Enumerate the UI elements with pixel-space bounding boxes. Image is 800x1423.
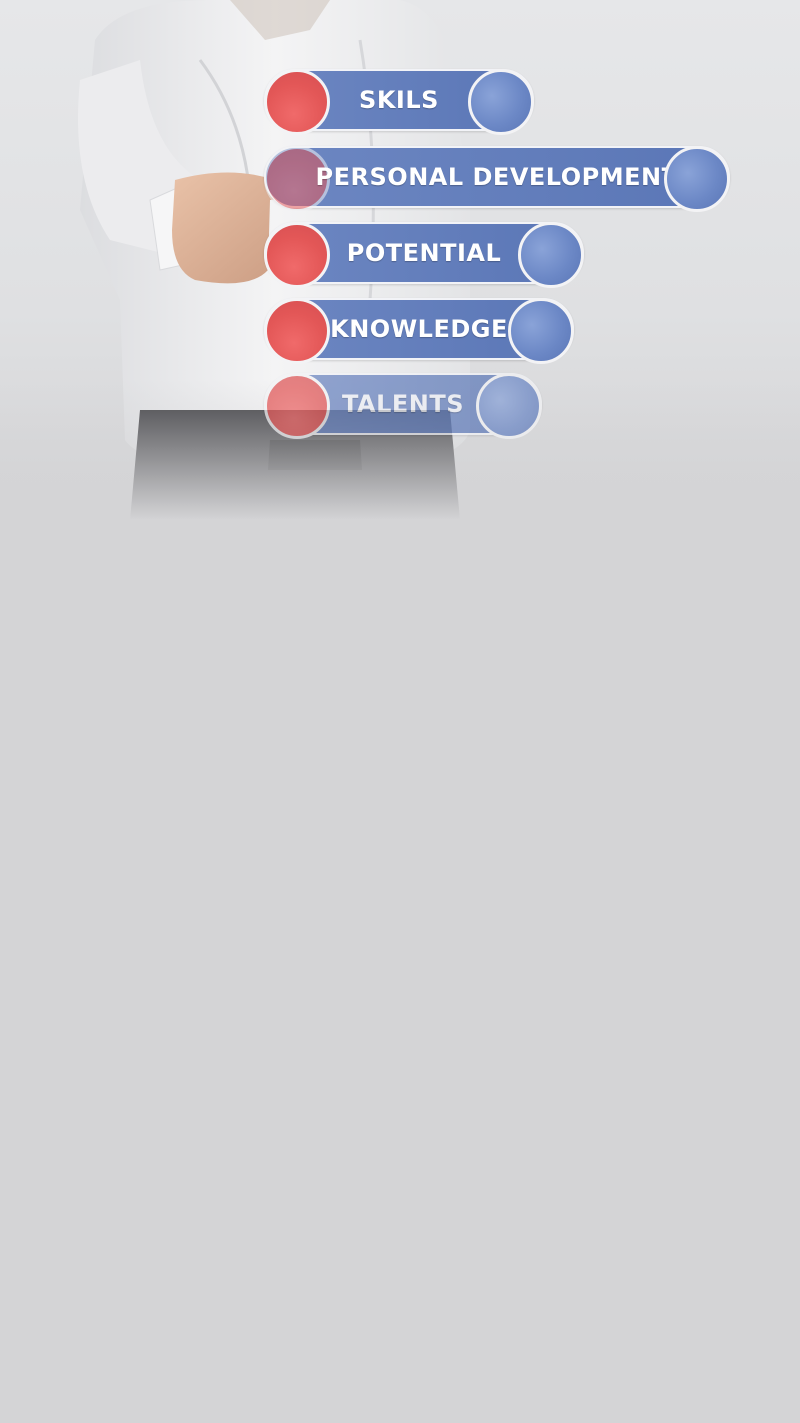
blue-circle-icon bbox=[518, 222, 584, 288]
skills-label: SKILS bbox=[359, 86, 439, 114]
blue-circle-icon bbox=[664, 146, 730, 212]
red-circle-icon bbox=[264, 373, 330, 439]
red-circle-icon bbox=[264, 222, 330, 288]
blue-circle-icon bbox=[468, 69, 534, 135]
blue-circle-icon bbox=[476, 373, 542, 439]
red-circle-icon bbox=[264, 298, 330, 364]
personal-development-label: PERSONAL DEVELOPMENT bbox=[315, 163, 679, 191]
knowledge-label: KNOWLEDGE bbox=[330, 315, 508, 343]
talents-label: TALENTS bbox=[341, 390, 464, 418]
skills-pill: SKILS bbox=[264, 69, 534, 135]
personal-development-pill: PERSONAL DEVELOPMENT bbox=[264, 146, 730, 212]
potential-label: POTENTIAL bbox=[346, 239, 502, 267]
potential-pill: POTENTIAL bbox=[264, 222, 584, 288]
talents-pill: TALENTS bbox=[264, 373, 542, 439]
red-circle-icon bbox=[264, 69, 330, 135]
knowledge-pill: KNOWLEDGE bbox=[264, 298, 574, 364]
blue-circle-icon bbox=[508, 298, 574, 364]
